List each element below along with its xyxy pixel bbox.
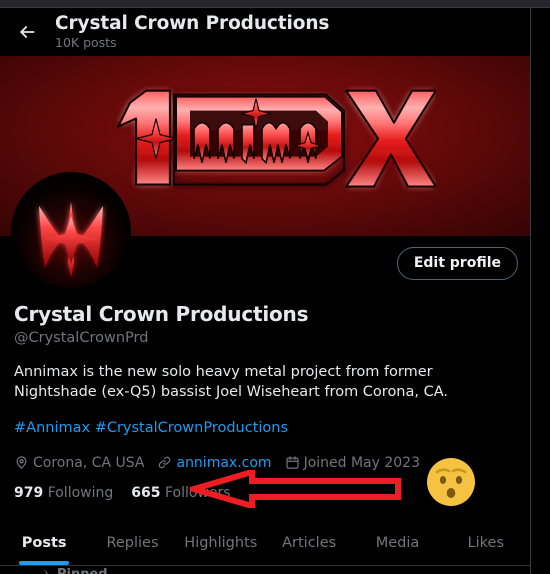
- tab-media[interactable]: Media: [353, 520, 441, 565]
- followers-label: Followers: [164, 484, 231, 501]
- calendar-icon: [285, 455, 300, 470]
- browser-chrome-strip: [0, 0, 550, 8]
- column-divider: [530, 8, 531, 574]
- profile-bio: Annimax is the new solo heavy metal proj…: [14, 364, 449, 400]
- hashtag-crystalcrownproductions[interactable]: #CrystalCrownProductions: [95, 420, 288, 436]
- joined-label: Joined May 2023: [303, 454, 420, 471]
- tab-articles[interactable]: Articles: [265, 520, 353, 565]
- astonished-face-emoji: [424, 455, 478, 509]
- location-pin-icon: [14, 455, 29, 470]
- tab-articles-label: Articles: [282, 535, 337, 551]
- annimax-logo-icon: [94, 85, 438, 203]
- tab-replies-label: Replies: [106, 535, 159, 551]
- post-count: 10K posts: [55, 35, 117, 50]
- followers-stat[interactable]: 665 Followers: [131, 484, 230, 502]
- following-count: 979: [14, 484, 44, 501]
- profile-avatar[interactable]: [11, 172, 131, 292]
- profile-location: Corona, CA USA: [14, 454, 144, 472]
- tab-likes-label: Likes: [467, 535, 505, 551]
- tab-replies[interactable]: Replies: [88, 520, 176, 565]
- crystal-crown-avatar-icon: [15, 176, 127, 288]
- tab-posts-label: Posts: [21, 535, 67, 551]
- profile-header-bar: Crystal Crown Productions 10K posts: [0, 8, 530, 56]
- followers-count: 665: [131, 484, 161, 501]
- pin-icon: [36, 568, 49, 574]
- tab-posts[interactable]: Posts: [0, 520, 88, 565]
- tab-active-underline: [19, 561, 70, 565]
- profile-display-name: Crystal Crown Productions: [14, 302, 309, 326]
- pinned-label: Pinned: [57, 567, 108, 574]
- profile-page: Crystal Crown Productions 10K posts Edit…: [0, 0, 550, 574]
- profile-tabs: Posts Replies Highlights Articles Media …: [0, 520, 530, 566]
- page-title: Crystal Crown Productions: [55, 13, 330, 34]
- pinned-post-indicator: Pinned: [0, 567, 530, 574]
- tab-media-label: Media: [375, 535, 420, 551]
- edit-profile-button[interactable]: Edit profile: [396, 246, 518, 280]
- website-link[interactable]: annimax.com: [176, 454, 271, 472]
- back-arrow-icon: [17, 22, 37, 42]
- tab-likes[interactable]: Likes: [442, 520, 530, 565]
- hashtag-annimax[interactable]: #Annimax: [14, 420, 90, 436]
- following-stat[interactable]: 979 Following: [14, 484, 113, 502]
- profile-website[interactable]: annimax.com: [157, 454, 272, 472]
- location-label: Corona, CA USA: [33, 454, 145, 471]
- header-text-block: Crystal Crown Productions 10K posts: [55, 13, 329, 51]
- back-button[interactable]: [10, 15, 44, 49]
- tab-highlights[interactable]: Highlights: [177, 520, 265, 565]
- following-label: Following: [47, 484, 114, 501]
- profile-hashtags: #Annimax #CrystalCrownProductions: [14, 419, 516, 439]
- profile-joined-date: Joined May 2023: [285, 454, 420, 472]
- right-rail: [531, 8, 550, 574]
- profile-handle: @CrystalCrownPrd: [14, 330, 149, 346]
- tab-highlights-label: Highlights: [184, 535, 258, 551]
- link-icon: [157, 455, 172, 470]
